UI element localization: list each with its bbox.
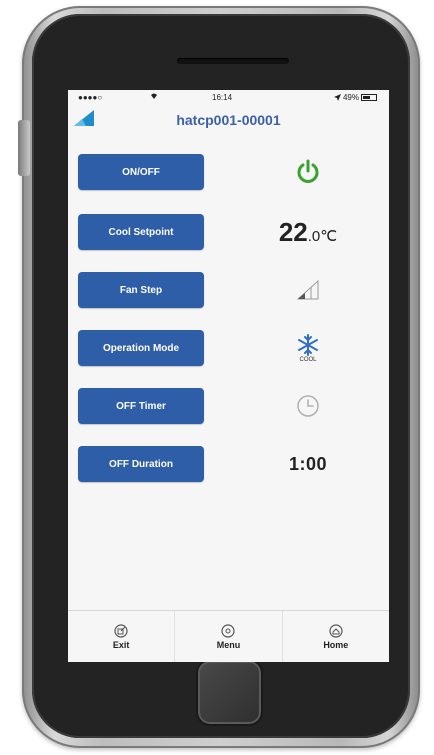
signal-indicator: ●●●●○ [78,93,103,102]
side-button [18,120,30,176]
status-bar: ●●●●○ 16:14 49% [68,90,389,106]
clock-icon [297,395,319,417]
control-row-duration: OFF Duration 1:00 [68,446,389,486]
nav-exit[interactable]: Exit [68,611,176,662]
power-icon [297,159,319,183]
home-icon [329,623,343,638]
duration-value: 1:00 [248,446,368,482]
control-row-timer: OFF Timer [68,388,389,428]
battery-indicator: 49% [333,93,377,102]
speaker [177,58,289,64]
setpoint-value: 22.0℃ [248,214,368,250]
power-status [248,154,368,190]
control-row-fan: Fan Step [68,272,389,312]
off-timer-button[interactable]: OFF Timer [78,388,204,424]
off-duration-button[interactable]: OFF Duration [78,446,204,482]
battery-percent: 49% [342,93,359,102]
operation-mode-button[interactable]: Operation Mode [78,330,204,366]
nav-menu-label: Menu [216,639,241,650]
snowflake-icon [298,333,318,356]
control-row-setpoint: Cool Setpoint 22.0℃ [68,214,389,254]
page-title: hatcp001-00001 [176,112,281,128]
nav-home-label: Home [323,639,349,650]
mode-label: COOL [299,356,317,363]
onoff-button[interactable]: ON/OFF [78,154,204,190]
control-row-onoff: ON/OFF [68,154,389,194]
exit-icon [114,623,128,638]
fan-level [248,272,368,308]
app-screen: ●●●●○ 16:14 49% hatcp001-00001 ON/OFF Co… [68,90,389,662]
battery-icon [361,94,377,101]
bottom-nav: Exit Menu Home [68,610,389,662]
mode-status: COOL [248,330,368,366]
fan-step-button[interactable]: Fan Step [78,272,204,308]
status-time: 16:14 [212,93,233,102]
setpoint-decimal: .0 [307,227,321,245]
cool-setpoint-button[interactable]: Cool Setpoint [78,214,204,250]
setpoint-whole: 22 [278,216,308,247]
wifi-icon [150,92,158,102]
location-arrow-icon [333,94,341,101]
home-hardware-button[interactable] [196,659,263,726]
timer-status [248,388,368,424]
setpoint-unit: ℃ [320,227,338,245]
nav-menu[interactable]: Menu [175,611,283,662]
nav-exit-label: Exit [112,639,130,650]
fan-level-icon [296,279,319,300]
duration-text: 1:00 [288,453,328,474]
nav-home[interactable]: Home [283,611,389,662]
app-header: hatcp001-00001 [68,106,389,136]
menu-icon [221,623,236,638]
control-row-mode: Operation Mode COOL [68,330,389,370]
